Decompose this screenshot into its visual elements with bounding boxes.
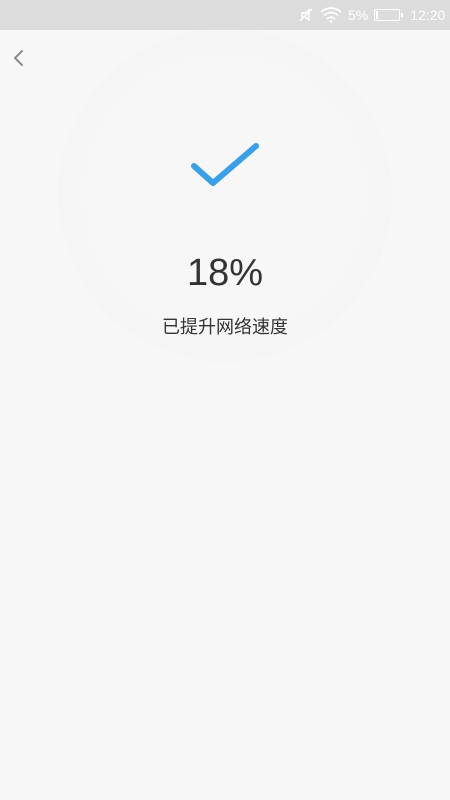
speed-boost-percent: 18%: [186, 252, 264, 294]
wifi-icon: [320, 7, 342, 23]
speed-boost-message: 已提升网络速度: [162, 317, 288, 338]
chevron-left-icon: [11, 48, 25, 72]
checkmark-icon: [188, 138, 264, 192]
clock: 12:20: [410, 7, 446, 23]
status-bar: 5% 12:20: [0, 0, 450, 30]
status-icons: 5% 12:20: [298, 0, 450, 30]
battery-percent: 5%: [348, 7, 369, 23]
progress-halo: [58, 28, 392, 362]
mute-icon: [298, 7, 314, 23]
battery-icon: [374, 9, 404, 21]
back-button[interactable]: [4, 44, 32, 76]
